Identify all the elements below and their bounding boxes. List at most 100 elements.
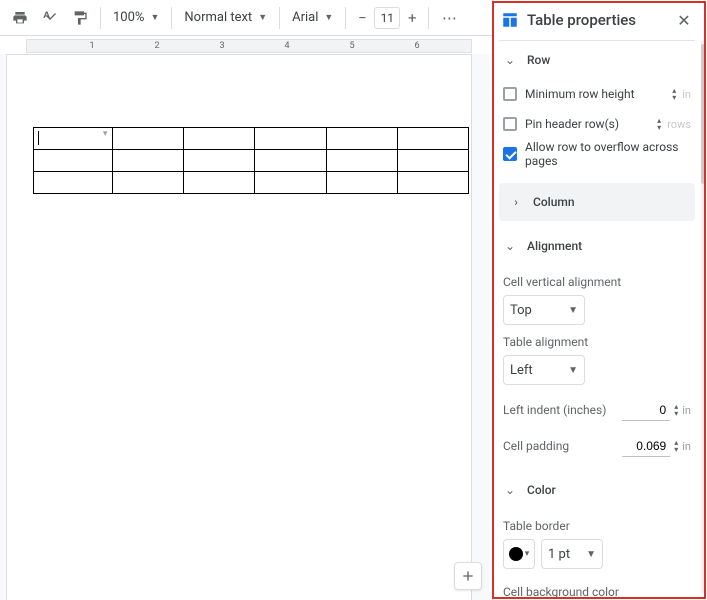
chevron-down-icon: ⌄ (503, 53, 517, 67)
min-row-height-unit: in (682, 88, 691, 101)
paint-format-button[interactable] (66, 4, 94, 32)
zoom-dropdown[interactable]: 100% ▼ (107, 4, 165, 32)
chevron-down-icon: ⌄ (503, 239, 517, 253)
chevron-down-icon: ▼ (568, 305, 578, 316)
cell-padding-input[interactable] (622, 435, 670, 457)
chevron-down-icon: ⌄ (503, 483, 517, 497)
table-cell[interactable] (113, 172, 184, 194)
section-alignment-title: Alignment (527, 239, 582, 253)
ruler-mark: 1 (89, 41, 94, 51)
table-cell[interactable] (113, 150, 184, 172)
border-width-value: 1 pt (548, 547, 570, 562)
left-indent-unit: in (682, 404, 691, 417)
cell-padding-row: Cell padding ▴▾ in (503, 435, 691, 457)
table-cell[interactable] (34, 172, 113, 194)
scrollbar-thumb[interactable] (701, 44, 706, 184)
overflow-checkbox[interactable] (503, 147, 517, 161)
section-column-header[interactable]: › Column (499, 183, 695, 221)
table-align-label: Table alignment (503, 335, 691, 349)
ruler-mark: 5 (349, 41, 354, 51)
cell-valign-value: Top (510, 303, 532, 318)
table-cell[interactable] (184, 150, 255, 172)
table-align-select[interactable]: Left ▼ (503, 355, 585, 385)
overflow-label: Allow row to overflow across pages (525, 140, 691, 168)
horizontal-ruler[interactable]: 1 2 3 4 5 6 (26, 39, 472, 53)
table-row[interactable] (34, 150, 469, 172)
cell-valign-select[interactable]: Top ▼ (503, 295, 585, 325)
pin-header-checkbox[interactable] (503, 117, 517, 131)
font-size-decrease[interactable]: − (352, 6, 372, 30)
text-cursor (38, 131, 39, 145)
separator (100, 7, 101, 29)
table-align-value: Left (510, 363, 533, 378)
cell-padding-label: Cell padding (503, 439, 622, 453)
separator (279, 7, 280, 29)
chevron-down-icon: ▼ (324, 12, 333, 23)
table-border-label: Table border (503, 519, 691, 533)
font-size-increase[interactable]: + (402, 6, 422, 30)
table-cell[interactable] (397, 172, 468, 194)
left-indent-input[interactable] (622, 399, 670, 421)
table-cell[interactable] (397, 128, 468, 150)
ruler-mark: 2 (154, 41, 159, 51)
ruler-mark: 3 (219, 41, 224, 51)
document-table[interactable]: ▾ (33, 127, 469, 194)
table-cell[interactable] (184, 172, 255, 194)
ruler-mark: 4 (284, 41, 289, 51)
panel-title: Table properties (527, 11, 667, 29)
left-indent-stepper[interactable]: ▴▾ (674, 403, 678, 417)
section-color-header[interactable]: ⌄ Color (493, 471, 701, 509)
section-color-body: Table border ▾ 1 pt ▼ Cell background co… (493, 519, 701, 599)
cell-padding-stepper[interactable]: ▴▾ (674, 439, 678, 453)
font-size-control: − 11 + (352, 6, 422, 30)
zoom-value: 100% (113, 10, 144, 25)
document-page[interactable]: ▾ (6, 54, 472, 600)
cell-bg-label: Cell background color (503, 585, 691, 599)
close-button[interactable]: ✕ (675, 11, 693, 30)
table-cell[interactable] (255, 172, 326, 194)
separator (345, 7, 346, 29)
table-cell[interactable] (326, 128, 397, 150)
section-row-header[interactable]: ⌄ Row (493, 41, 701, 79)
chevron-down-icon: ▼ (568, 365, 578, 376)
pin-header-label: Pin header row(s) (525, 117, 619, 131)
pin-header-row[interactable]: Pin header row(s) ▴▾ rows (503, 109, 691, 139)
table-cell[interactable] (397, 150, 468, 172)
min-row-height-checkbox[interactable] (503, 87, 517, 101)
min-row-height-row[interactable]: Minimum row height ▴▾ in (503, 79, 691, 109)
explore-button[interactable] (454, 562, 482, 590)
section-alignment-header[interactable]: ⌄ Alignment (493, 227, 701, 265)
table-cell[interactable] (184, 128, 255, 150)
table-cell[interactable] (255, 150, 326, 172)
spellcheck-button[interactable] (36, 4, 64, 32)
table-cell[interactable] (34, 150, 113, 172)
chevron-down-icon: ▾ (525, 549, 530, 559)
style-value: Normal text (184, 10, 252, 25)
overflow-row[interactable]: Allow row to overflow across pages (503, 139, 691, 169)
ruler-mark: 6 (414, 41, 419, 51)
panel-scrollbar[interactable] (701, 40, 706, 594)
table-cell[interactable] (326, 172, 397, 194)
table-icon (501, 11, 519, 29)
section-row-body: Minimum row height ▴▾ in Pin header row(… (493, 79, 701, 177)
color-swatch-icon (509, 547, 523, 561)
table-cell[interactable] (255, 128, 326, 150)
border-width-select[interactable]: 1 pt ▼ (541, 539, 603, 569)
print-button[interactable] (6, 4, 34, 32)
font-dropdown[interactable]: Arial ▼ (286, 4, 339, 32)
section-alignment-body: Cell vertical alignment Top ▼ Table alig… (493, 275, 701, 457)
table-row[interactable]: ▾ (34, 128, 469, 150)
document-stage: ▾ (0, 54, 492, 600)
font-size-value[interactable]: 11 (374, 7, 400, 29)
table-cell[interactable] (113, 128, 184, 150)
table-cell[interactable]: ▾ (34, 128, 113, 150)
table-row[interactable] (34, 172, 469, 194)
pin-header-unit: rows (667, 118, 691, 131)
styles-dropdown[interactable]: Normal text ▼ (178, 4, 273, 32)
table-cell[interactable] (326, 150, 397, 172)
border-color-picker[interactable]: ▾ (503, 539, 535, 569)
cell-handle-icon[interactable]: ▾ (100, 130, 110, 140)
more-button[interactable]: ⋯ (435, 4, 463, 32)
section-color-title: Color (527, 483, 556, 497)
chevron-down-icon: ▼ (258, 12, 267, 23)
